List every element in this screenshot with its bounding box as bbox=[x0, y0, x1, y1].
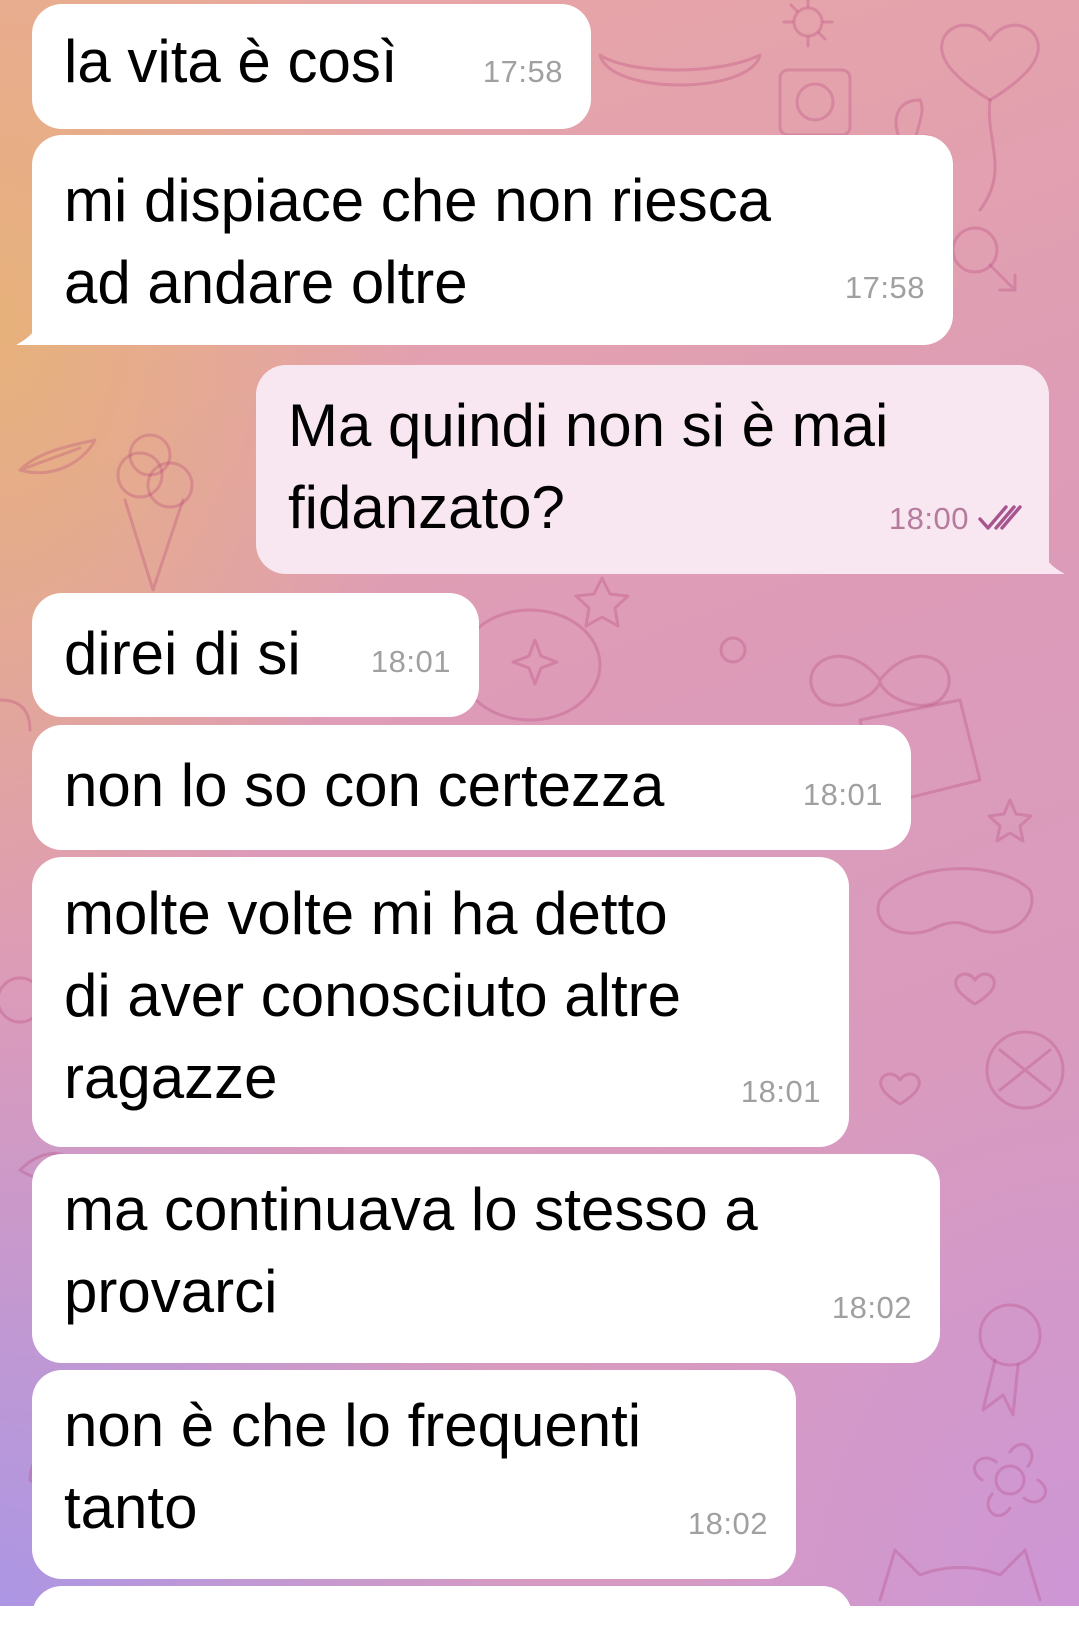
message-bubble[interactable]: molte volte mi ha detto di aver conosciu… bbox=[32, 857, 849, 1147]
message-bubble[interactable]: non lo so con certezza 18:01 bbox=[32, 725, 911, 850]
message-text: la vita è così bbox=[64, 28, 398, 95]
message-text: non lo so con certezza bbox=[64, 752, 665, 819]
message-timestamp: 17:58 bbox=[482, 54, 563, 89]
message-bubble[interactable]: la vita è così 17:58 bbox=[32, 4, 591, 129]
message-timestamp: 18:00 bbox=[888, 501, 969, 536]
message-text: non è che lo frequenti tanto bbox=[64, 1392, 642, 1541]
message-timestamp: 18:02 bbox=[687, 1506, 768, 1541]
message-timestamp: 18:01 bbox=[802, 777, 883, 812]
message-bubble[interactable]: mi dispiace che non riesca ad andare olt… bbox=[16, 135, 953, 345]
message-text: ma continuava lo stesso a provarci bbox=[64, 1176, 758, 1325]
message-text: mi dispiace che non riesca ad andare olt… bbox=[64, 167, 772, 316]
double-check-icon bbox=[978, 505, 1022, 530]
message-text: molte volte mi ha detto di aver conosciu… bbox=[64, 880, 681, 1111]
message-timestamp: 18:01 bbox=[370, 644, 451, 679]
message-bubble-partial[interactable] bbox=[32, 1586, 852, 1646]
message-text: direi di si bbox=[64, 620, 301, 687]
message-bubble[interactable]: direi di si 18:01 bbox=[32, 593, 479, 717]
message-timestamp: 18:02 bbox=[831, 1290, 912, 1325]
bubble-tail bbox=[16, 315, 44, 345]
message-bubble[interactable]: ma continuava lo stesso a provarci 18:02 bbox=[32, 1154, 940, 1363]
bubble-tail bbox=[1037, 544, 1065, 574]
message-bubble[interactable]: non è che lo frequenti tanto 18:02 bbox=[32, 1370, 796, 1579]
message-bubble-outgoing[interactable]: Ma quindi non si è mai fidanzato? 18:00 bbox=[256, 365, 1065, 574]
message-text: Ma quindi non si è mai fidanzato? bbox=[288, 392, 889, 541]
message-timestamp: 17:58 bbox=[844, 270, 925, 305]
message-timestamp: 18:01 bbox=[740, 1074, 821, 1109]
message-meta: 18:00 bbox=[889, 478, 1025, 560]
